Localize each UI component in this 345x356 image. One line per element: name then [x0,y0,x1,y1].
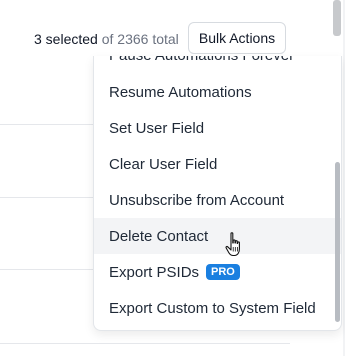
table-divider [0,343,290,344]
selection-summary: 3 selected of 2366 total [34,31,179,47]
menu-item-export-custom-to-system-field[interactable]: Export Custom to System Field [94,290,341,326]
menu-item-export-psids[interactable]: Export PSIDs PRO [94,254,341,290]
hand-pointer-icon [225,232,240,257]
menu-item-delete-contact[interactable]: Delete Contact [94,218,341,254]
menu-item-label: Export PSIDs [109,263,200,281]
menu-item-clear-user-field[interactable]: Clear User Field [94,146,341,182]
menu-item-label: Resume Automations [109,83,252,101]
menu-item-unsubscribe-from-account[interactable]: Unsubscribe from Account [94,182,341,218]
bulk-actions-button[interactable]: Bulk Actions [188,22,286,54]
menu-item-set-user-field[interactable]: Set User Field [94,110,341,146]
menu-item-label: Unsubscribe from Account [109,191,285,209]
menu-scrollbar[interactable] [335,162,340,322]
page: 3 selected of 2366 total Bulk Actions Pa… [0,0,345,356]
page-scrollbar[interactable] [333,0,341,36]
menu-item-label: Export Custom to System Field [109,299,316,317]
total-count: of 2366 total [97,31,179,47]
bulk-actions-menu: Pause Automations Forever Resume Automat… [93,56,342,331]
menu-item-pause-automations-forever[interactable]: Pause Automations Forever [109,56,294,64]
menu-item-resume-automations[interactable]: Resume Automations [94,74,341,110]
menu-item-label: Clear User Field [109,155,218,173]
pro-badge: PRO [206,264,240,280]
bulk-toolbar: 3 selected of 2366 total Bulk Actions [0,22,300,56]
menu-item-label: Delete Contact [109,227,209,245]
menu-list: Resume Automations Set User Field Clear … [94,74,341,326]
menu-item-label: Set User Field [109,119,205,137]
selected-count: 3 selected [34,31,98,47]
